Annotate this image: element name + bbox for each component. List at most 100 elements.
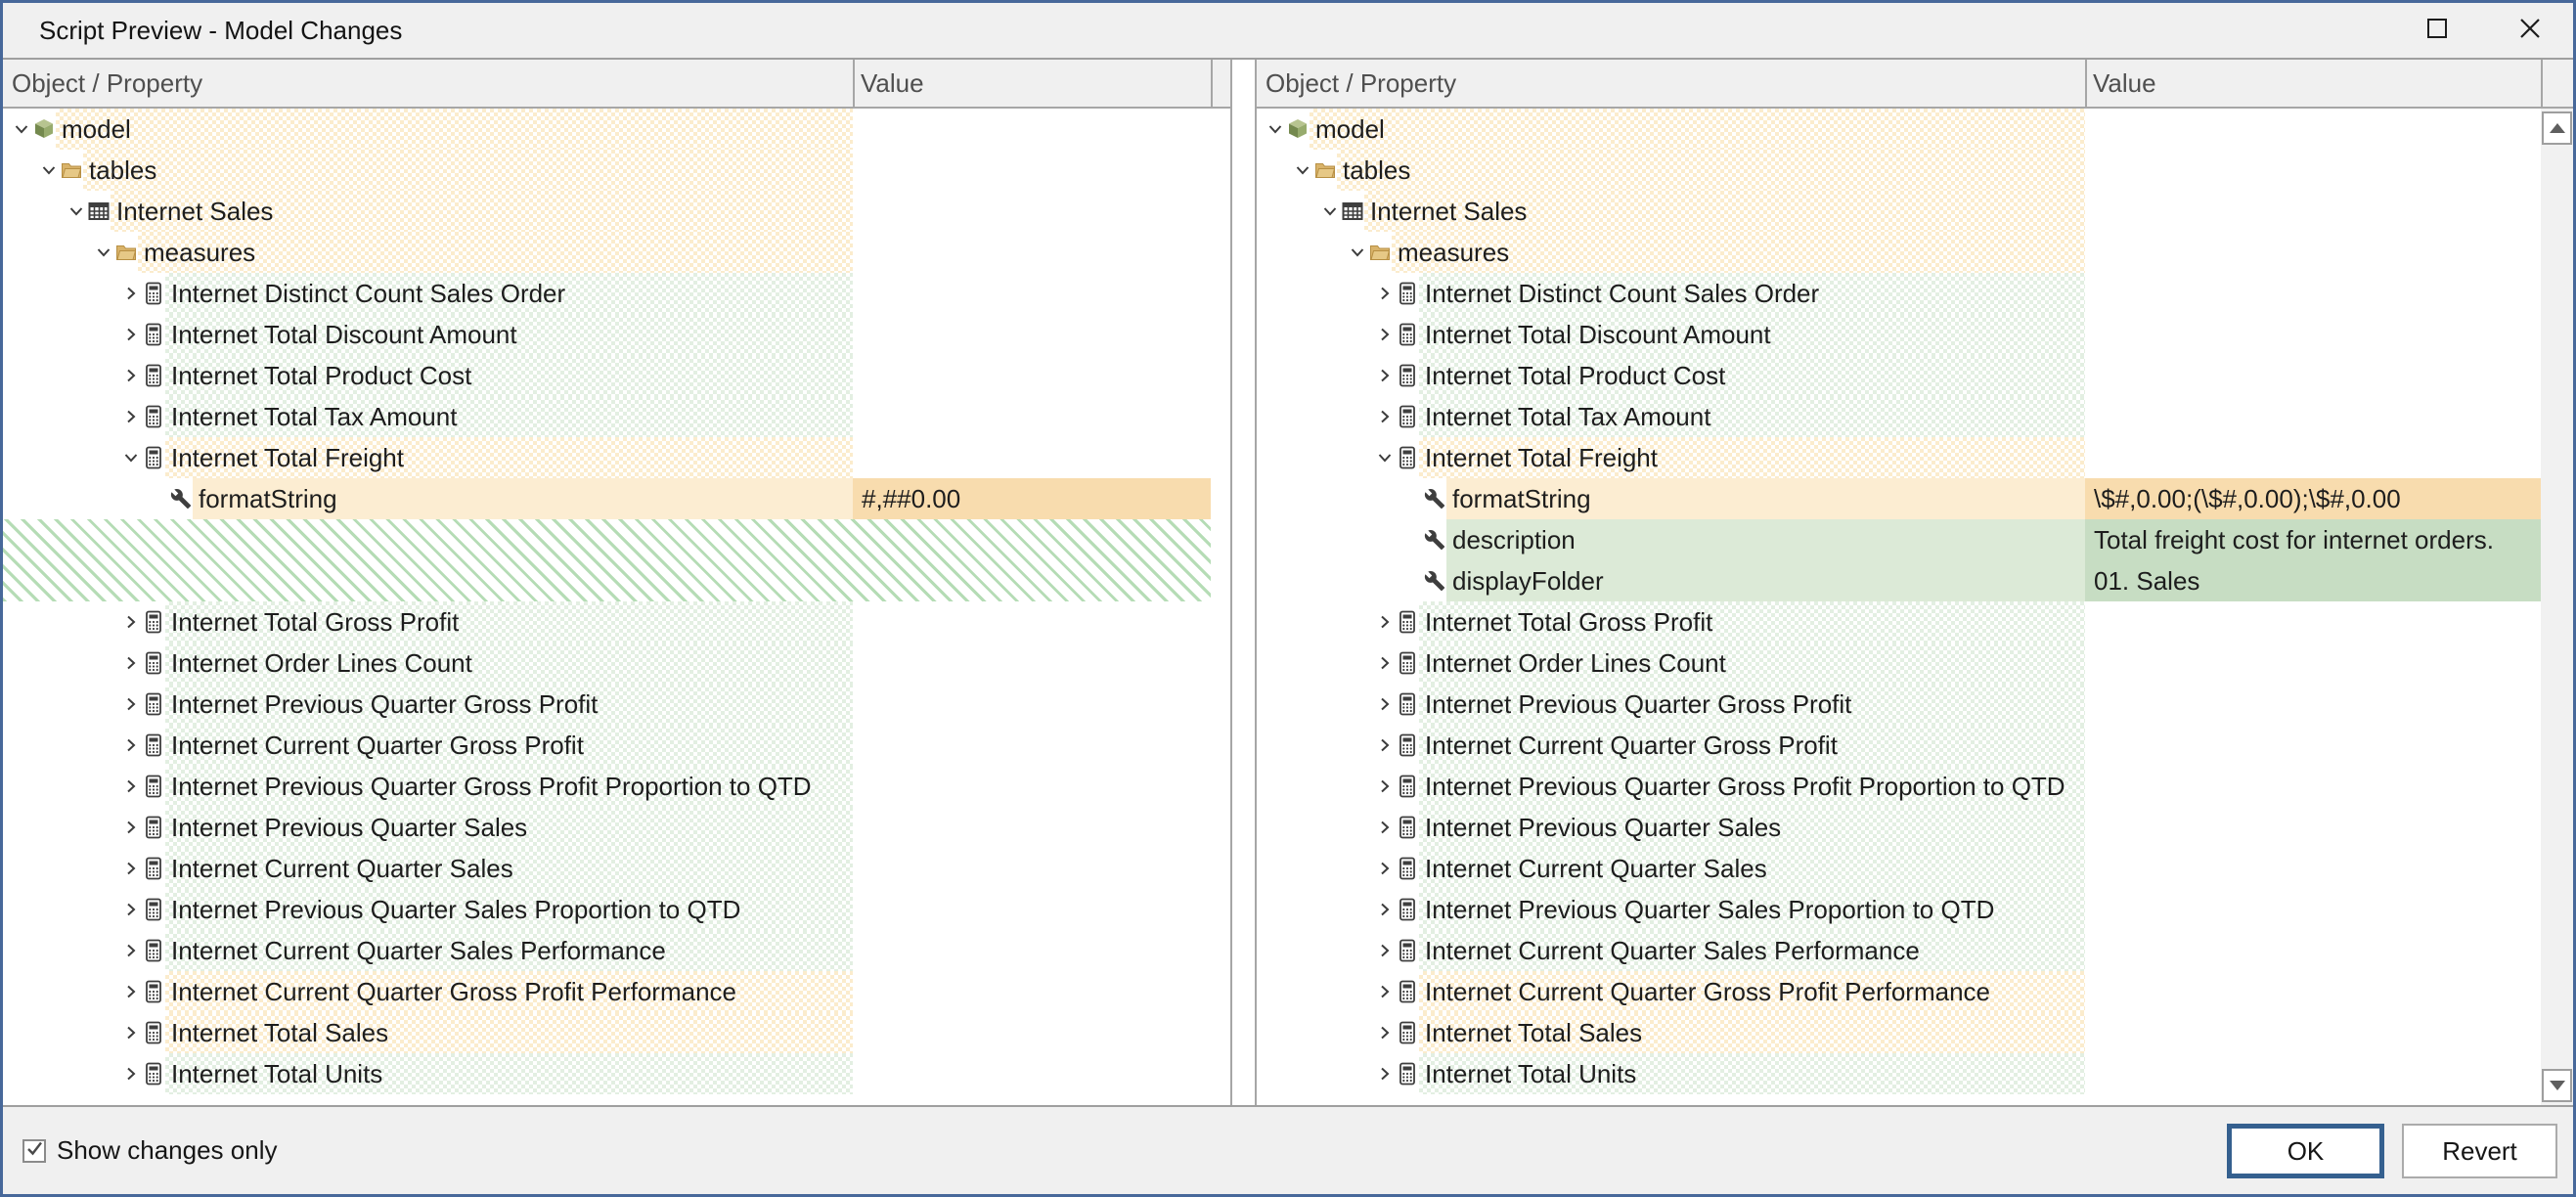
tree-row[interactable]: model bbox=[3, 109, 1230, 150]
tree-row[interactable]: Internet Total Units bbox=[3, 1053, 1230, 1094]
chevron-right-icon[interactable] bbox=[1374, 684, 1396, 725]
tree-row[interactable]: formatString\$#,0.00;(\$#,0.00);\$#,0.00 bbox=[1257, 478, 2573, 519]
tree-row[interactable]: Internet Current Quarter Gross Profit bbox=[1257, 725, 2573, 766]
close-button[interactable] bbox=[2497, 3, 2563, 58]
chevron-down-icon[interactable] bbox=[120, 437, 142, 478]
tree-row[interactable]: Internet Distinct Count Sales Order bbox=[1257, 273, 2573, 314]
column-divider[interactable] bbox=[2541, 60, 2543, 107]
chevron-right-icon[interactable] bbox=[1374, 396, 1396, 437]
chevron-down-icon[interactable] bbox=[93, 232, 114, 273]
chevron-right-icon[interactable] bbox=[120, 807, 142, 848]
tree-row[interactable]: tables bbox=[1257, 150, 2573, 191]
tree-row[interactable]: Internet Sales bbox=[1257, 191, 2573, 232]
tree-row[interactable]: Internet Previous Quarter Sales bbox=[1257, 807, 2573, 848]
chevron-right-icon[interactable] bbox=[1374, 889, 1396, 930]
tree-row[interactable]: Internet Current Quarter Gross Profit bbox=[3, 725, 1230, 766]
scroll-up-button[interactable] bbox=[2542, 111, 2572, 145]
chevron-right-icon[interactable] bbox=[1374, 643, 1396, 684]
column-header-object-property[interactable]: Object / Property bbox=[12, 60, 202, 107]
chevron-down-icon[interactable] bbox=[11, 109, 32, 150]
column-divider[interactable] bbox=[1211, 60, 1213, 107]
tree-row[interactable]: Internet Total Freight bbox=[1257, 437, 2573, 478]
tree-row[interactable]: Internet Total Product Cost bbox=[3, 355, 1230, 396]
chevron-right-icon[interactable] bbox=[120, 725, 142, 766]
chevron-right-icon[interactable] bbox=[1374, 1012, 1396, 1053]
chevron-right-icon[interactable] bbox=[1374, 766, 1396, 807]
tree-row[interactable]: Internet Previous Quarter Gross Profit bbox=[1257, 684, 2573, 725]
chevron-right-icon[interactable] bbox=[1374, 1053, 1396, 1094]
titlebar[interactable]: Script Preview - Model Changes bbox=[3, 3, 2573, 58]
chevron-down-icon[interactable] bbox=[38, 150, 60, 191]
tree-row[interactable]: Internet Total Gross Profit bbox=[3, 601, 1230, 643]
chevron-down-icon[interactable] bbox=[66, 191, 87, 232]
chevron-right-icon[interactable] bbox=[120, 684, 142, 725]
tree-row[interactable]: Internet Total Freight bbox=[3, 437, 1230, 478]
chevron-right-icon[interactable] bbox=[1374, 601, 1396, 643]
chevron-right-icon[interactable] bbox=[1374, 314, 1396, 355]
tree-row[interactable]: Internet Total Tax Amount bbox=[1257, 396, 2573, 437]
checkbox-box[interactable] bbox=[22, 1139, 46, 1163]
ok-button[interactable]: OK bbox=[2227, 1124, 2384, 1178]
chevron-right-icon[interactable] bbox=[1374, 273, 1396, 314]
tree-row[interactable]: Internet Total Tax Amount bbox=[3, 396, 1230, 437]
tree-row[interactable]: Internet Total Gross Profit bbox=[1257, 601, 2573, 643]
chevron-right-icon[interactable] bbox=[1374, 930, 1396, 971]
tree-row[interactable]: Internet Total Discount Amount bbox=[3, 314, 1230, 355]
chevron-right-icon[interactable] bbox=[1374, 355, 1396, 396]
chevron-down-icon[interactable] bbox=[1347, 232, 1368, 273]
chevron-right-icon[interactable] bbox=[120, 766, 142, 807]
tree-row[interactable]: Internet Total Product Cost bbox=[1257, 355, 2573, 396]
tree-row[interactable]: Internet Previous Quarter Sales bbox=[3, 807, 1230, 848]
chevron-right-icon[interactable] bbox=[1374, 971, 1396, 1012]
chevron-down-icon[interactable] bbox=[1292, 150, 1313, 191]
chevron-right-icon[interactable] bbox=[120, 889, 142, 930]
chevron-right-icon[interactable] bbox=[120, 273, 142, 314]
tree-row[interactable]: Internet Current Quarter Gross Profit Pe… bbox=[3, 971, 1230, 1012]
tree-row[interactable]: model bbox=[1257, 109, 2573, 150]
tree-row[interactable]: Internet Current Quarter Sales bbox=[3, 848, 1230, 889]
revert-button[interactable]: Revert bbox=[2402, 1124, 2557, 1178]
tree-row[interactable]: Internet Total Sales bbox=[1257, 1012, 2573, 1053]
column-header-object-property[interactable]: Object / Property bbox=[1266, 60, 1456, 107]
chevron-down-icon[interactable] bbox=[1319, 191, 1341, 232]
chevron-right-icon[interactable] bbox=[120, 643, 142, 684]
tree-row[interactable]: Internet Current Quarter Sales Performan… bbox=[1257, 930, 2573, 971]
tree-row[interactable]: Internet Current Quarter Gross Profit Pe… bbox=[1257, 971, 2573, 1012]
chevron-right-icon[interactable] bbox=[1374, 725, 1396, 766]
tree-row[interactable]: Internet Order Lines Count bbox=[1257, 643, 2573, 684]
tree-row[interactable]: Internet Previous Quarter Sales Proporti… bbox=[3, 889, 1230, 930]
chevron-right-icon[interactable] bbox=[1374, 848, 1396, 889]
scroll-down-button[interactable] bbox=[2542, 1069, 2572, 1102]
tree-row[interactable]: Internet Sales bbox=[3, 191, 1230, 232]
tree-row[interactable]: measures bbox=[1257, 232, 2573, 273]
column-divider[interactable] bbox=[853, 60, 855, 107]
column-header-value[interactable]: Value bbox=[2093, 60, 2156, 107]
tree-row[interactable]: Internet Previous Quarter Gross Profit bbox=[3, 684, 1230, 725]
chevron-right-icon[interactable] bbox=[120, 1012, 142, 1053]
tree-row[interactable]: descriptionTotal freight cost for intern… bbox=[1257, 519, 2573, 560]
tree-row[interactable]: Internet Total Discount Amount bbox=[1257, 314, 2573, 355]
tree-row[interactable]: Internet Current Quarter Sales bbox=[1257, 848, 2573, 889]
tree-row[interactable]: Internet Previous Quarter Gross Profit P… bbox=[3, 766, 1230, 807]
chevron-right-icon[interactable] bbox=[120, 1053, 142, 1094]
column-divider[interactable] bbox=[2085, 60, 2087, 107]
chevron-down-icon[interactable] bbox=[1374, 437, 1396, 478]
tree-row[interactable]: formatString#,##0.00 bbox=[3, 478, 1230, 519]
tree-row[interactable]: tables bbox=[3, 150, 1230, 191]
chevron-right-icon[interactable] bbox=[120, 355, 142, 396]
tree-row[interactable]: Internet Order Lines Count bbox=[3, 643, 1230, 684]
tree-row[interactable]: Internet Total Sales bbox=[3, 1012, 1230, 1053]
tree-row[interactable]: Internet Distinct Count Sales Order bbox=[3, 273, 1230, 314]
maximize-button[interactable] bbox=[2404, 3, 2470, 58]
column-header-value[interactable]: Value bbox=[861, 60, 924, 107]
tree-row[interactable]: displayFolder01. Sales bbox=[1257, 560, 2573, 601]
chevron-right-icon[interactable] bbox=[120, 971, 142, 1012]
show-changes-only-checkbox[interactable]: Show changes only bbox=[22, 1107, 277, 1194]
tree-row[interactable]: measures bbox=[3, 232, 1230, 273]
tree-row[interactable]: Internet Current Quarter Sales Performan… bbox=[3, 930, 1230, 971]
chevron-right-icon[interactable] bbox=[1374, 807, 1396, 848]
chevron-right-icon[interactable] bbox=[120, 848, 142, 889]
tree-row[interactable]: Internet Previous Quarter Sales Proporti… bbox=[1257, 889, 2573, 930]
chevron-right-icon[interactable] bbox=[120, 314, 142, 355]
chevron-right-icon[interactable] bbox=[120, 601, 142, 643]
